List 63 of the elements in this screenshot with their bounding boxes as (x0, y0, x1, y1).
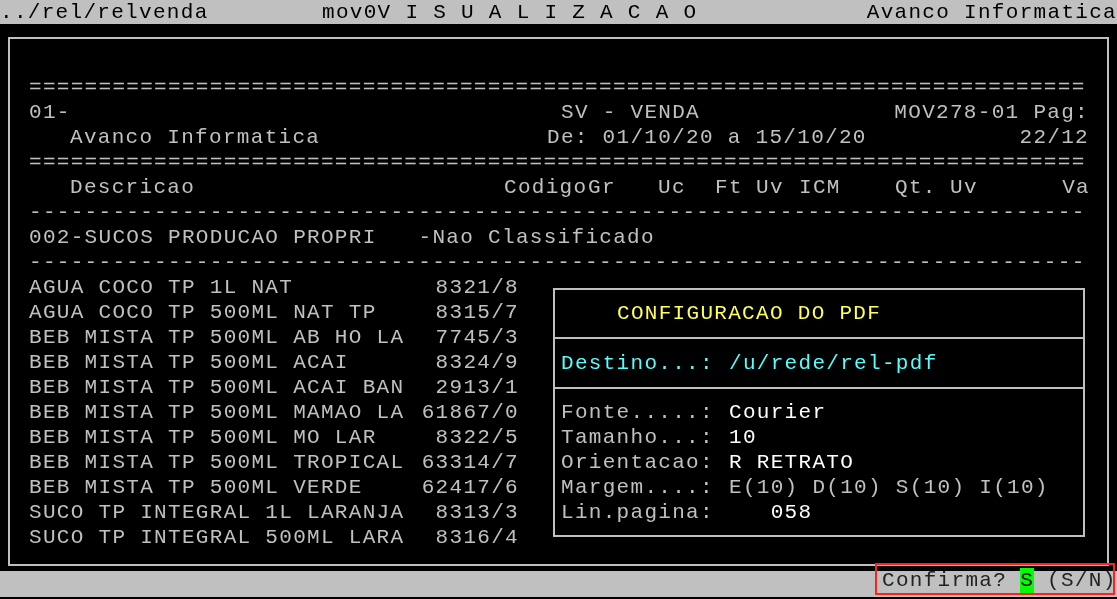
item-code: 8315/7 (435, 300, 519, 325)
column-header: Uc (658, 175, 687, 200)
prompt-choices: (S/N) (1047, 568, 1117, 593)
header-center-text: De: 01/10/20 a 15/10/20 (547, 125, 867, 150)
field-label: Tamanho...: (561, 425, 715, 450)
field-label: Fonte.....: (561, 400, 715, 425)
item-code: 8316/4 (435, 525, 519, 550)
program-path: ../rel/relvenda (0, 0, 210, 25)
item-code: 8313/3 (435, 500, 519, 525)
column-header: Descricao (70, 175, 197, 200)
header-center-text: SV - VENDA (561, 100, 701, 125)
field-label: Margem....: (561, 475, 715, 500)
item-description: BEB MISTA TP 500ML VERDE (29, 475, 363, 500)
column-header: ICM (799, 175, 842, 200)
item-description: SUCO TP INTEGRAL 500ML LARA (29, 525, 405, 550)
item-description: BEB MISTA TP 500ML MAMAO LA (29, 400, 405, 425)
column-header: Ft (715, 175, 744, 200)
item-description: AGUA COCO TP 500ML NAT TP (29, 300, 377, 325)
item-description: BEB MISTA TP 500ML ACAI BAN (29, 375, 405, 400)
column-header: Gr (588, 175, 617, 200)
separator-line: ============================================================================ (29, 150, 1086, 175)
field-value: E(10) D(10) S(10) I(10) (729, 475, 1049, 500)
item-description: AGUA COCO TP 1L NAT (29, 275, 294, 300)
destination-value: /u/rede/rel-pdf (729, 350, 938, 376)
item-description: BEB MISTA TP 500ML AB HO LA (29, 325, 405, 350)
answer-field[interactable]: S (1020, 568, 1035, 593)
column-header: Va (1062, 175, 1090, 200)
separator-line: ---------------------------------------------------------------------------- (29, 200, 1086, 225)
column-header: Codigo (504, 175, 588, 200)
item-code: 2913/1 (435, 375, 519, 400)
item-description: BEB MISTA TP 500ML ACAI (29, 350, 349, 375)
column-header: Uv (756, 175, 785, 200)
separator-line: ---------------------------------------------------------------------------- (29, 250, 1086, 275)
screen-title: mov0V I S U A L I Z A C A O (322, 0, 698, 25)
field-label: Orientacao: (561, 450, 715, 475)
field-value: Courier (729, 400, 827, 425)
header-right-text: 22/12 (1019, 125, 1089, 150)
item-code: 63314/7 (421, 450, 519, 475)
company-name: Avanco Informatica (866, 0, 1117, 25)
item-code: 61867/0 (421, 400, 519, 425)
header-left-text: Avanco Informatica (69, 125, 322, 150)
header-right-text: MOV278-01 Pag: (894, 100, 1089, 125)
item-code: 8324/9 (435, 350, 519, 375)
destination-label: Destino...: (561, 350, 715, 376)
field-value: 10 (729, 425, 757, 450)
field-value: 058 (769, 500, 813, 525)
item-code: 8321/8 (435, 275, 519, 300)
column-header: Qt. (895, 175, 938, 200)
group-classification: -Nao Classificado (418, 225, 655, 250)
column-header: Uv (950, 175, 979, 200)
item-description: BEB MISTA TP 500ML MO LAR (29, 425, 377, 450)
field-value: R RETRATO (729, 450, 855, 475)
prompt-question: Confirma? (882, 568, 1008, 593)
item-code: 8322/5 (435, 425, 519, 450)
item-description: SUCO TP INTEGRAL 1L LARANJA (29, 500, 405, 525)
item-description: BEB MISTA TP 500ML TROPICAL (29, 450, 405, 475)
dialog-title: CONFIGURACAO DO PDF (617, 301, 882, 326)
header-left-text: 01- (29, 100, 72, 125)
group-name: 002-SUCOS PRODUCAO PROPRI (29, 225, 377, 250)
item-code: 62417/6 (421, 475, 519, 500)
item-code: 7745/3 (435, 325, 519, 350)
field-label: Lin.pagina: (561, 500, 715, 525)
separator-line: ============================================================================ (29, 75, 1086, 100)
